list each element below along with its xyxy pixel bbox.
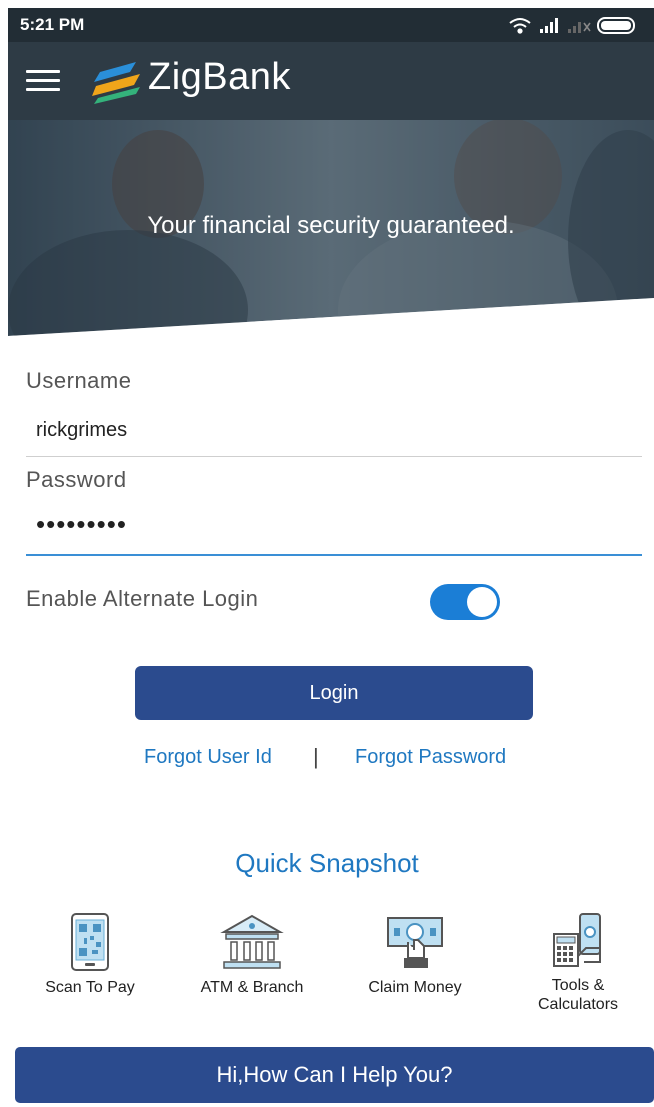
quick-snapshot-title: Quick Snapshot: [235, 848, 419, 878]
hero-tagline: Your financial security guaranteed.: [147, 212, 515, 239]
status-time: 5:21 PM: [20, 15, 85, 34]
atm-branch-button[interactable]: ATM & Branch: [172, 912, 332, 997]
toggle-knob: [467, 587, 497, 617]
username-underline: [26, 456, 642, 457]
password-input[interactable]: •••••••••: [36, 511, 127, 537]
forgot-password-link[interactable]: Forgot Password: [355, 746, 506, 769]
username-input[interactable]: [26, 410, 642, 450]
username-label: Username: [26, 368, 132, 393]
bank-building-icon: [220, 914, 284, 969]
help-assistant-bar[interactable]: Hi,How Can I Help You?: [15, 1047, 654, 1103]
calculator-icon: [553, 913, 601, 967]
hamburger-menu-icon[interactable]: [26, 64, 64, 98]
claim-money-label: Claim Money: [368, 979, 462, 996]
claim-money-button[interactable]: Claim Money: [335, 912, 495, 997]
hero-banner: Your financial security guaranteed.: [8, 120, 654, 336]
status-bar: 5:21 PM: [8, 8, 654, 42]
link-separator: |: [313, 744, 319, 769]
password-underline: [26, 554, 642, 556]
scan-to-pay-label: Scan To Pay: [45, 979, 135, 996]
brand-name: ZigBank: [148, 56, 291, 98]
alternate-login-label: Enable Alternate Login: [26, 586, 259, 611]
atm-branch-label: ATM & Branch: [200, 979, 304, 996]
app-screen: 5:21 PM ZigBank Your financial security …: [0, 0, 654, 1107]
app-header: ZigBank: [8, 42, 654, 120]
alternate-login-toggle[interactable]: [430, 584, 500, 620]
battery-icon: [597, 17, 635, 34]
scan-to-pay-button[interactable]: Scan To Pay: [10, 912, 170, 997]
status-icons: [508, 15, 640, 35]
password-label: Password: [26, 467, 127, 492]
forgot-user-id-link[interactable]: Forgot User Id: [144, 746, 272, 769]
login-button[interactable]: Login: [135, 666, 533, 720]
signal-no-sim-icon: [568, 22, 591, 33]
tools-calculators-label: Tools & Calculators: [537, 977, 619, 1013]
zigbank-logo-icon: [92, 62, 140, 104]
signal-icon: [540, 18, 558, 33]
money-hand-icon: [387, 917, 443, 968]
wifi-icon: [509, 18, 531, 34]
qr-phone-icon: [71, 913, 109, 971]
tools-calculators-button[interactable]: Tools & Calculators: [498, 912, 654, 1014]
